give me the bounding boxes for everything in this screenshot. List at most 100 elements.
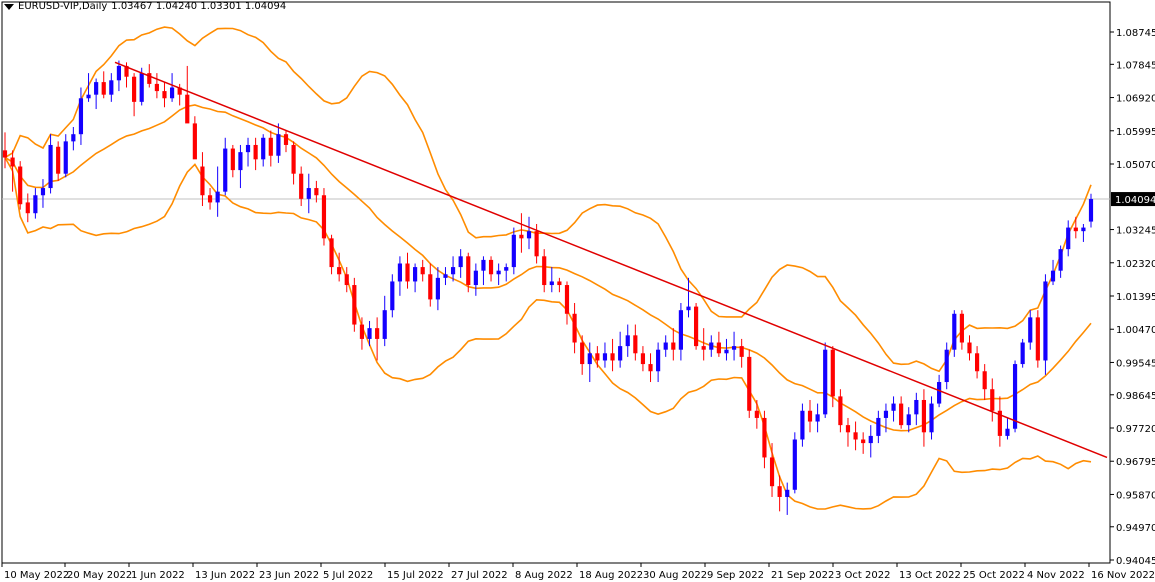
candle-body — [109, 80, 114, 95]
candle-body — [1050, 270, 1056, 282]
candle — [557, 277, 562, 293]
candle — [405, 252, 410, 289]
x-tick-label: 1 Jun 2022 — [131, 570, 185, 581]
candle-body — [268, 137, 273, 156]
candle-body — [1028, 317, 1033, 343]
x-tick-label: 9 Sep 2022 — [707, 570, 764, 581]
candle — [633, 324, 638, 361]
candle-body — [443, 274, 448, 278]
candle — [914, 392, 919, 426]
candle-body — [952, 313, 957, 350]
candle — [731, 331, 737, 361]
x-tick-label: 10 May 2022 — [4, 570, 69, 581]
candle — [230, 144, 235, 178]
candle-body — [1081, 227, 1086, 232]
candle-body — [511, 234, 516, 268]
candle-body — [990, 389, 995, 411]
candle-body — [359, 324, 365, 339]
candle-body — [974, 353, 980, 372]
candle — [876, 410, 881, 444]
candle-body — [10, 157, 15, 167]
candle — [94, 78, 99, 110]
dropdown-triangle-icon[interactable] — [4, 4, 14, 10]
candle — [1043, 274, 1048, 375]
candle — [709, 335, 714, 357]
candle-body — [876, 417, 881, 436]
candle-body — [162, 91, 167, 99]
x-tick-label: 20 May 2022 — [67, 570, 132, 581]
candle — [223, 137, 228, 196]
candle-body — [185, 94, 190, 124]
candle — [321, 188, 327, 246]
candle-body — [169, 87, 175, 99]
candle-body — [595, 353, 600, 361]
candle-body — [375, 328, 380, 339]
candle — [1028, 310, 1033, 350]
candle-body — [807, 410, 813, 422]
y-tick-label: 1.03245 — [1116, 226, 1155, 237]
candle-body — [838, 396, 843, 426]
candle — [610, 338, 615, 372]
candle-body — [94, 82, 99, 95]
candle-body — [921, 399, 927, 433]
chart-header: EURUSD-VIP,Daily 1.03467 1.04240 1.03301… — [4, 1, 286, 12]
candle — [716, 331, 721, 357]
candle-body — [1058, 249, 1063, 271]
candle-body — [344, 274, 349, 286]
candle-body — [929, 403, 934, 433]
candle — [40, 179, 46, 208]
chart-window: 1.08745 1.07845 1.06920 1.05995 1.05070 1.032… — [0, 0, 1155, 582]
candle — [823, 342, 828, 418]
candle-body — [192, 123, 197, 160]
candle — [435, 267, 440, 311]
y-tick-label: 0.97720 — [1116, 424, 1155, 435]
candle-body — [519, 234, 524, 239]
y-tick-label: 1.05070 — [1116, 160, 1155, 171]
candle — [1081, 223, 1086, 242]
candle-body — [883, 410, 889, 418]
y-tick-label: 0.96795 — [1116, 457, 1155, 468]
candle-body — [1043, 281, 1048, 361]
candle — [397, 256, 402, 296]
chart-canvas[interactable]: 1.08745 1.07845 1.06920 1.05995 1.05070 1.032… — [0, 0, 1155, 582]
candle-body — [853, 432, 858, 440]
candle — [48, 134, 53, 194]
candle — [1020, 338, 1025, 368]
candle-body — [230, 148, 235, 171]
candle-body — [496, 270, 501, 275]
candle — [18, 161, 23, 210]
candle-body — [397, 263, 402, 282]
candle — [109, 73, 114, 102]
candle — [207, 188, 213, 210]
candle — [526, 216, 532, 250]
candle-body — [428, 274, 433, 300]
x-tick-label: 25 Oct 2022 — [963, 570, 1025, 581]
candle-body — [747, 356, 752, 411]
y-tick-label: 1.06920 — [1116, 94, 1155, 105]
candle — [245, 137, 251, 167]
bollinger-middle-band — [4, 104, 1092, 432]
x-tick-label: 27 Jul 2022 — [451, 570, 508, 581]
candle-body — [261, 137, 266, 160]
x-tick-label: 4 Nov 2022 — [1027, 570, 1085, 581]
candle-body — [337, 267, 342, 275]
candle — [192, 116, 197, 160]
candle-body — [329, 238, 334, 268]
candle — [997, 396, 1002, 447]
candle — [952, 310, 957, 357]
candle-body — [633, 335, 638, 354]
candle-body — [154, 83, 159, 92]
candle-body — [731, 346, 737, 350]
candle-body — [56, 146, 61, 174]
candle — [352, 277, 357, 332]
symbol-label: EURUSD-VIP,Daily — [18, 1, 108, 12]
candle-body — [937, 382, 942, 404]
candle — [185, 65, 190, 124]
candle-body — [709, 342, 714, 350]
candle — [253, 137, 258, 171]
x-tick-label: 13 Jun 2022 — [195, 570, 255, 581]
candle-body — [549, 281, 554, 286]
candle — [944, 342, 949, 390]
candle — [861, 432, 866, 454]
candle — [261, 134, 266, 167]
